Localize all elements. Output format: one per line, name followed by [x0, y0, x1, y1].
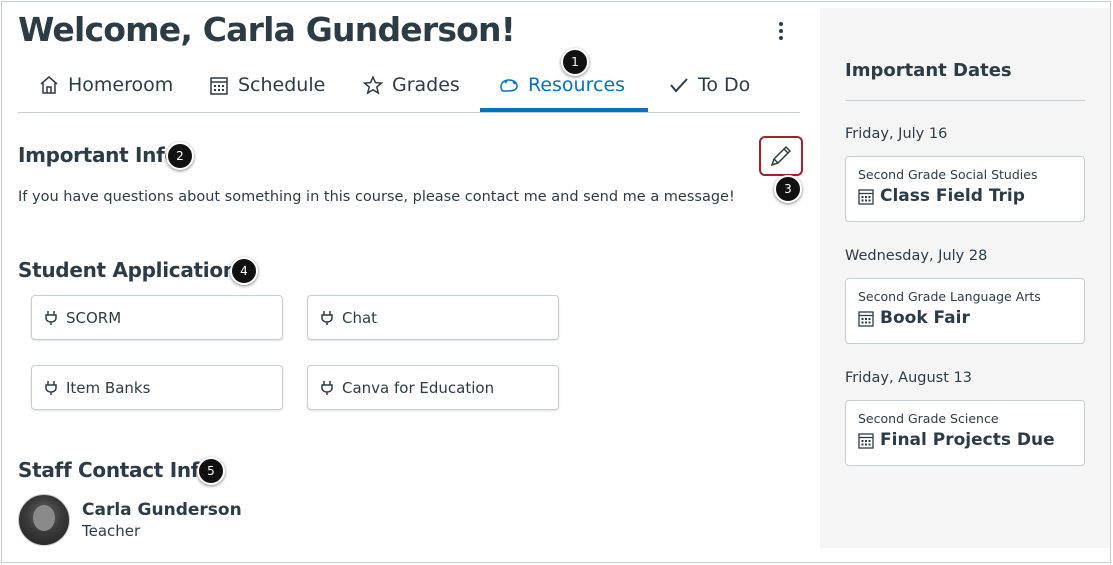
plug-icon	[45, 310, 57, 325]
event-date: Friday, August 13	[845, 370, 972, 386]
event-title-row: Final Projects Due	[858, 430, 1072, 450]
plug-icon	[45, 380, 57, 395]
callout-badge: 3	[774, 175, 802, 203]
edit-button[interactable]	[759, 136, 803, 176]
event-card[interactable]: Second Grade Science Final Projects Due	[845, 400, 1085, 466]
kebab-dot	[779, 22, 783, 26]
event-title-row: Class Field Trip	[858, 186, 1072, 206]
staff-contact[interactable]: Carla Gunderson Teacher	[18, 494, 242, 546]
plug-icon	[321, 310, 333, 325]
event-card[interactable]: Second Grade Social Studies Class Field …	[845, 156, 1085, 222]
tab-to-do[interactable]: To Do	[668, 74, 750, 112]
important-info-title: Important Info	[18, 143, 178, 167]
event-date: Wednesday, July 28	[845, 248, 988, 264]
kebab-dot	[779, 29, 783, 33]
app-label: Canva for Education	[342, 378, 495, 397]
main-content: Welcome, Carla Gunderson! Homeroom Sched…	[2, 2, 820, 564]
tab-label: Resources	[528, 74, 626, 96]
app-card-chat[interactable]: Chat	[307, 295, 559, 340]
staff-details: Carla Gunderson Teacher	[82, 500, 242, 540]
callout-badge: 4	[230, 257, 258, 285]
app-card-scorm[interactable]: SCORM	[31, 295, 283, 340]
callout-badge: 5	[197, 457, 225, 485]
callout-badge: 2	[166, 142, 194, 170]
important-dates-sidebar: Important Dates Friday, July 16 Second G…	[820, 8, 1110, 548]
home-icon	[40, 76, 58, 94]
staff-contact-title: Staff Contact Info	[18, 458, 213, 482]
tab-schedule[interactable]: Schedule	[208, 74, 325, 112]
staff-role: Teacher	[82, 522, 141, 540]
check-icon	[670, 78, 688, 93]
event-course: Second Grade Social Studies	[858, 167, 1038, 182]
tab-label: Schedule	[238, 74, 326, 96]
tab-bar: Homeroom Schedule Grades Resources To Do	[18, 74, 800, 113]
kebab-dot	[779, 36, 783, 40]
event-card[interactable]: Second Grade Language Arts Book Fair	[845, 278, 1085, 344]
event-title: Book Fair	[880, 308, 970, 328]
active-tab-indicator	[480, 108, 648, 112]
divider	[845, 100, 1085, 101]
event-title-row: Book Fair	[858, 308, 1072, 328]
app-card-canva[interactable]: Canva for Education	[307, 365, 559, 410]
event-course: Second Grade Language Arts	[858, 289, 1041, 304]
tab-label: Grades	[392, 74, 460, 96]
calendar-icon	[858, 188, 874, 205]
important-info-text: If you have questions about something in…	[18, 189, 735, 205]
options-menu-button[interactable]	[772, 22, 790, 46]
pencil-icon	[770, 145, 792, 167]
resources-icon	[500, 79, 518, 92]
page-frame: Welcome, Carla Gunderson! Homeroom Sched…	[1, 1, 1111, 563]
staff-name: Carla Gunderson	[82, 500, 242, 520]
calendar-icon	[210, 77, 228, 95]
app-label: SCORM	[66, 308, 122, 327]
tab-resources[interactable]: Resources	[498, 74, 625, 112]
app-label: Item Banks	[66, 378, 151, 397]
student-applications-title: Student Applications	[18, 258, 249, 282]
avatar	[18, 494, 70, 546]
tab-label: To Do	[698, 74, 751, 96]
page-title: Welcome, Carla Gunderson!	[18, 10, 516, 49]
calendar-icon	[858, 310, 874, 327]
event-course: Second Grade Science	[858, 411, 999, 426]
callout-badge: 1	[561, 48, 589, 76]
event-title: Class Field Trip	[880, 186, 1025, 206]
important-dates-title: Important Dates	[845, 60, 1012, 81]
event-date: Friday, July 16	[845, 126, 948, 142]
tab-grades[interactable]: Grades	[362, 74, 460, 112]
star-icon	[362, 75, 384, 95]
app-card-item-banks[interactable]: Item Banks	[31, 365, 283, 410]
tab-label: Homeroom	[68, 74, 174, 96]
tab-homeroom[interactable]: Homeroom	[38, 74, 173, 112]
app-label: Chat	[342, 308, 378, 327]
plug-icon	[321, 380, 333, 395]
event-title: Final Projects Due	[880, 430, 1055, 450]
calendar-icon	[858, 432, 874, 449]
